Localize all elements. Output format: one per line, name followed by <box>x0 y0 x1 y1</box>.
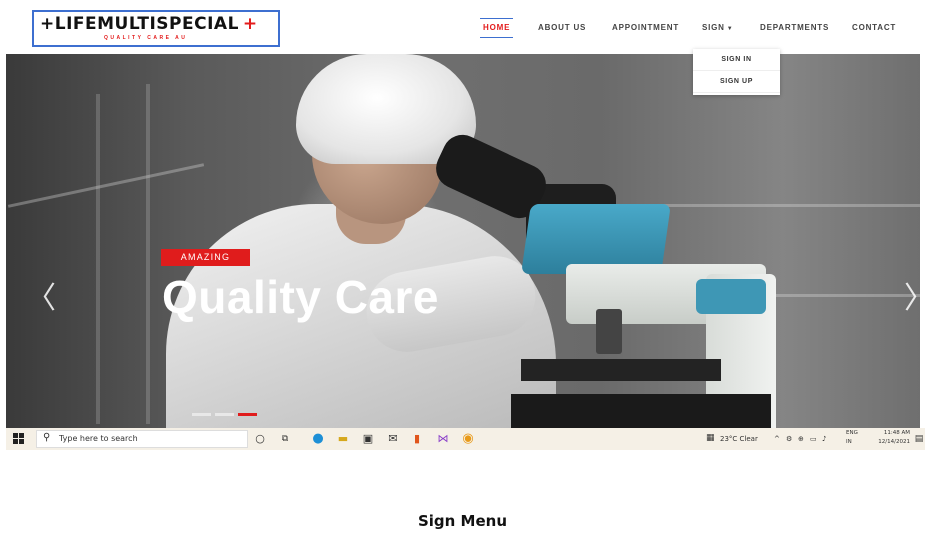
clock-time: 11:48 AM <box>883 430 910 436</box>
edge-icon[interactable]: ● <box>311 432 325 446</box>
visual-studio-icon[interactable]: ⋈ <box>436 432 450 446</box>
notification-icon[interactable]: ▤ <box>912 432 925 446</box>
sign-up-link[interactable]: SIGN UP <box>693 71 780 93</box>
power-icon[interactable]: ⚙ <box>786 435 792 443</box>
windows-taskbar: ⚲ Type here to search ○ ⧉ ● ▬ ▣ ✉ ▮ ⋈ ◉ … <box>6 428 925 450</box>
nav-departments[interactable]: DEPARTMENTS <box>760 18 829 38</box>
volume-icon[interactable]: ♪ <box>822 435 826 443</box>
chevron-right-icon[interactable]: 〉 <box>904 284 920 314</box>
search-icon: ⚲ <box>43 432 51 443</box>
nav-sign[interactable]: SIGN ▼ <box>702 18 734 38</box>
sign-dropdown-menu: SIGN IN SIGN UP <box>693 49 780 95</box>
search-placeholder: Type here to search <box>59 434 138 443</box>
microscope-objective <box>596 309 622 354</box>
microscope-base <box>511 394 771 428</box>
weather-text[interactable]: 23°C Clear <box>720 435 758 443</box>
nav-contact[interactable]: CONTACT <box>852 18 896 38</box>
microscope-stage <box>521 359 721 381</box>
microscope-cap <box>696 279 766 314</box>
sign-in-link[interactable]: SIGN IN <box>693 49 780 71</box>
background-post <box>146 84 150 424</box>
nav-home[interactable]: HOME <box>480 18 514 38</box>
logo-text: +LIFEMULTISPECIAL + <box>40 14 258 34</box>
taskbar-clock[interactable]: 11:48 AM 12/14/2021 <box>850 429 910 447</box>
page: +LIFEMULTISPECIAL + QUALITY CARE AU HOME … <box>0 0 925 537</box>
taskbar-search-box[interactable]: ⚲ Type here to search <box>36 430 248 448</box>
chevron-left-icon[interactable]: 〈 <box>26 284 56 314</box>
background-post <box>96 94 100 424</box>
office-icon[interactable]: ▮ <box>410 432 424 446</box>
slide-indicator[interactable] <box>215 413 234 416</box>
nav-appointment[interactable]: APPOINTMENT <box>612 18 679 38</box>
store-icon[interactable]: ▣ <box>361 432 375 446</box>
slide-title: Quality Care <box>162 271 439 323</box>
file-explorer-icon[interactable]: ▬ <box>336 432 350 446</box>
site-header: +LIFEMULTISPECIAL + QUALITY CARE AU HOME … <box>6 0 920 54</box>
network-icon[interactable]: ⊕ <box>798 435 804 443</box>
chevron-down-icon: ▼ <box>726 26 734 32</box>
nav-about-us[interactable]: ABOUT US <box>538 18 586 38</box>
logo[interactable]: +LIFEMULTISPECIAL + QUALITY CARE AU <box>32 10 280 47</box>
battery-icon[interactable]: ▭ <box>810 435 817 443</box>
hero-slider: AMAZING Quality Care 〈 〉 <box>6 54 920 428</box>
nav-sign-label: SIGN <box>702 23 725 32</box>
windows-start-icon[interactable] <box>13 433 24 444</box>
background-rail <box>7 163 205 208</box>
cortana-icon[interactable]: ○ <box>253 432 267 446</box>
slide-badge: AMAZING <box>161 249 250 266</box>
chevron-up-icon[interactable]: ^ <box>774 435 780 443</box>
clock-date: 12/14/2021 <box>878 439 910 445</box>
chrome-icon[interactable]: ◉ <box>461 432 475 446</box>
weather-icon: ▦ <box>706 433 715 443</box>
mail-icon[interactable]: ✉ <box>386 432 400 446</box>
logo-cross-icon: + <box>242 14 258 34</box>
slide-indicator[interactable] <box>192 413 211 416</box>
task-view-icon[interactable]: ⧉ <box>278 432 292 446</box>
slide-indicator[interactable] <box>238 413 257 416</box>
figure-caption: Sign Menu <box>417 512 508 530</box>
logo-tagline: QUALITY CARE AU <box>104 35 188 41</box>
